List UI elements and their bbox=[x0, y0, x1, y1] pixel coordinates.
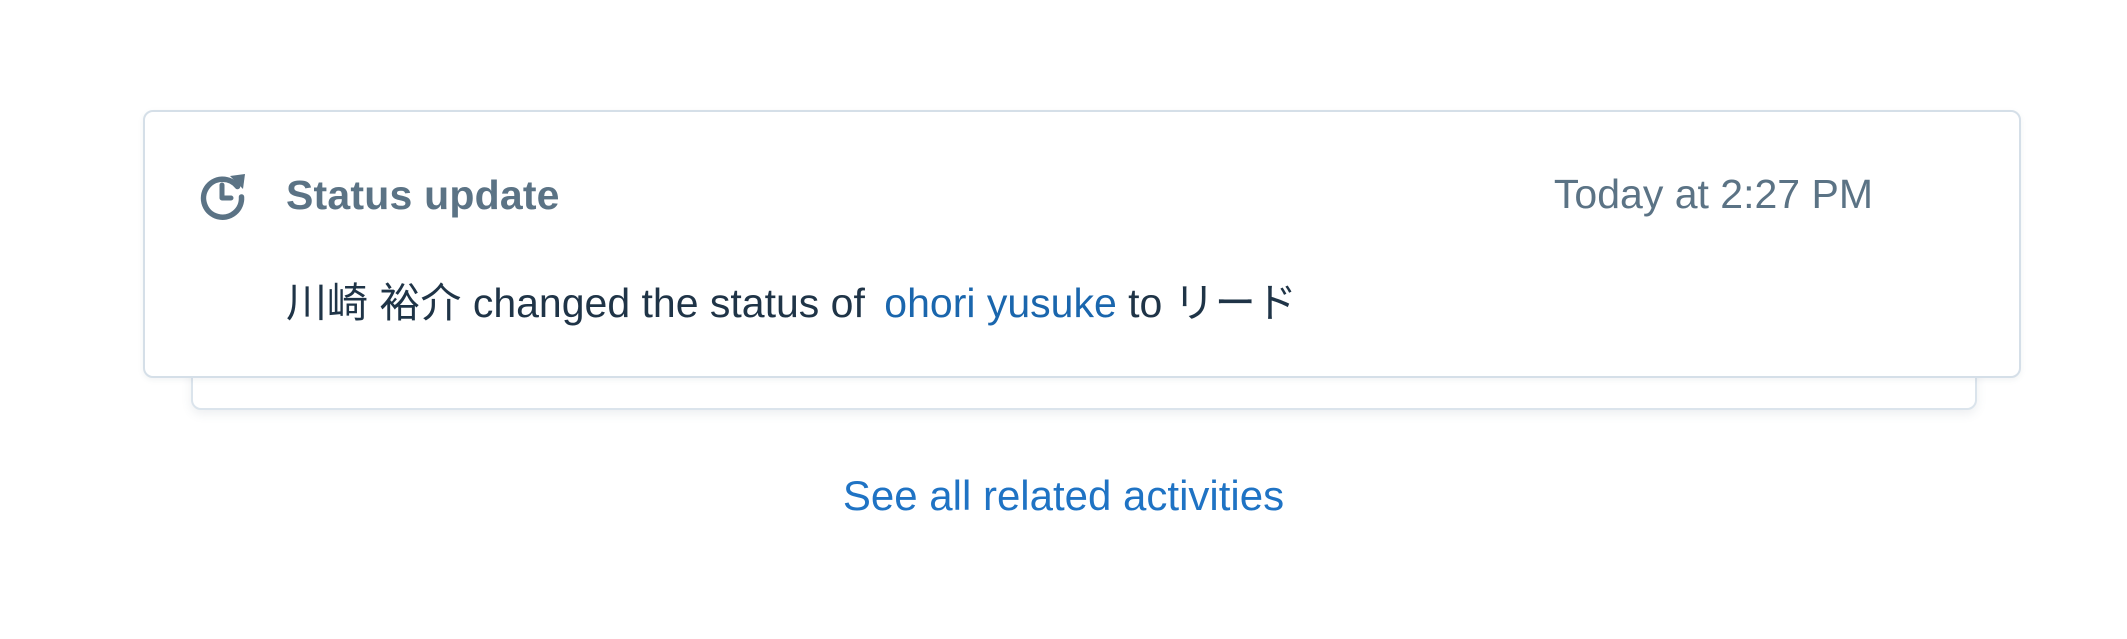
clock-refresh-icon bbox=[197, 170, 249, 222]
to-text: to bbox=[1128, 280, 1163, 326]
actor-name: 川崎 裕介 bbox=[286, 280, 462, 326]
action-text: changed the status of bbox=[472, 280, 865, 326]
activity-stack: Status update Today at 2:27 PM 川崎 裕介 cha… bbox=[143, 110, 2021, 410]
activity-card: Status update Today at 2:27 PM 川崎 裕介 cha… bbox=[143, 110, 2021, 378]
activity-description: 川崎 裕介 changed the status of ohori yusuke… bbox=[286, 269, 1297, 329]
see-all-activities-link[interactable]: See all related activities bbox=[0, 472, 2127, 520]
target-contact-link[interactable]: ohori yusuke bbox=[884, 280, 1116, 326]
activity-timestamp: Today at 2:27 PM bbox=[1553, 171, 1873, 217]
activity-title: Status update bbox=[286, 172, 560, 218]
new-status-value: リード bbox=[1173, 280, 1297, 326]
